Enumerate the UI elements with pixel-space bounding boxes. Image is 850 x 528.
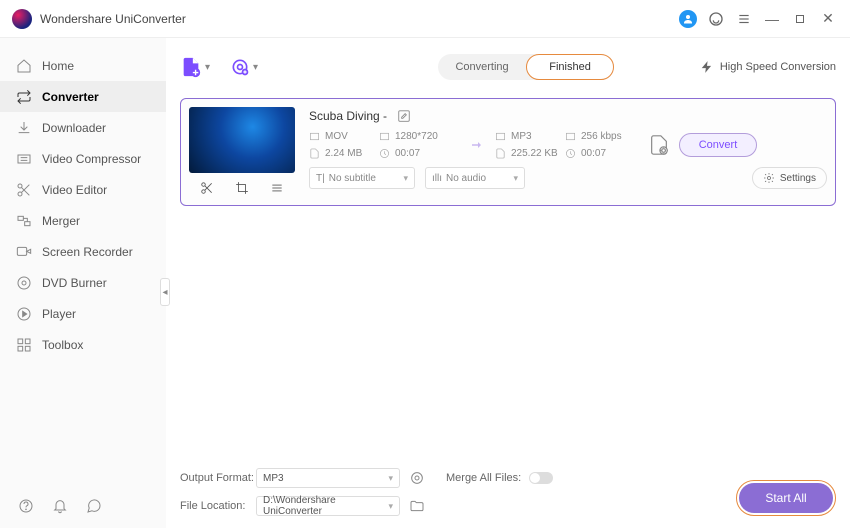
- src-duration: 00:07: [395, 148, 420, 159]
- sidebar: Home Converter Downloader Video Compress…: [0, 38, 166, 528]
- app-title: Wondershare UniConverter: [40, 12, 670, 26]
- sidebar-item-toolbox[interactable]: Toolbox: [0, 329, 166, 360]
- sidebar-item-recorder[interactable]: Screen Recorder: [0, 236, 166, 267]
- output-settings-icon[interactable]: [647, 133, 671, 157]
- titlebar: Wondershare UniConverter — ✕: [0, 0, 850, 38]
- scissors-icon: [16, 182, 32, 198]
- subtitle-value: No subtitle: [329, 173, 376, 184]
- support-icon[interactable]: [706, 9, 726, 29]
- edit-icon[interactable]: [397, 109, 411, 123]
- chevron-down-icon: ▾: [205, 62, 210, 73]
- src-size: 2.24 MB: [325, 148, 362, 159]
- merge-toggle[interactable]: [529, 472, 553, 484]
- tab-switch: Converting Finished: [438, 54, 614, 80]
- sidebar-item-label: Home: [42, 59, 74, 73]
- arrow-icon: [461, 136, 495, 154]
- subtitle-dropdown[interactable]: T|No subtitle▾: [309, 167, 415, 189]
- output-format-dropdown[interactable]: MP3▾: [256, 468, 400, 488]
- sidebar-item-label: Converter: [42, 90, 99, 104]
- tab-finished[interactable]: Finished: [526, 54, 614, 80]
- bolt-icon: [700, 60, 714, 74]
- sidebar-item-label: Merger: [42, 214, 80, 228]
- sidebar-item-label: Downloader: [42, 121, 106, 135]
- bell-icon[interactable]: [52, 498, 68, 514]
- chevron-down-icon: ▾: [253, 62, 258, 73]
- dst-duration: 00:07: [581, 148, 606, 159]
- settings-button[interactable]: Settings: [752, 167, 827, 189]
- file-location-label: File Location:: [180, 500, 256, 512]
- dst-bitrate: 256 kbps: [581, 131, 622, 142]
- converter-icon: [16, 89, 32, 105]
- app-logo: [12, 9, 32, 29]
- high-speed-label: High Speed Conversion: [720, 61, 836, 73]
- gear-icon: [763, 172, 775, 184]
- output-format-label: Output Format:: [180, 472, 256, 484]
- merge-icon: [16, 213, 32, 229]
- preview-icon[interactable]: [408, 469, 426, 487]
- file-location-dropdown[interactable]: D:\Wondershare UniConverter▾: [256, 496, 400, 516]
- help-icon[interactable]: [18, 498, 34, 514]
- add-file-button[interactable]: ▾: [180, 56, 210, 78]
- sidebar-item-editor[interactable]: Video Editor: [0, 174, 166, 205]
- video-thumbnail[interactable]: [189, 107, 295, 173]
- disc-icon: [16, 275, 32, 291]
- sidebar-item-label: DVD Burner: [42, 276, 107, 290]
- sidebar-item-player[interactable]: Player: [0, 298, 166, 329]
- dst-format: MP3: [511, 131, 532, 142]
- menu-icon[interactable]: [734, 9, 754, 29]
- settings-label: Settings: [780, 173, 816, 184]
- sidebar-item-label: Video Editor: [42, 183, 107, 197]
- close-button[interactable]: ✕: [818, 9, 838, 29]
- compress-icon: [16, 151, 32, 167]
- sidebar-item-label: Video Compressor: [42, 152, 141, 166]
- high-speed-toggle[interactable]: High Speed Conversion: [700, 60, 836, 74]
- download-icon: [16, 120, 32, 136]
- maximize-button[interactable]: [790, 9, 810, 29]
- file-name: Scuba Diving -: [309, 109, 387, 123]
- home-icon: [16, 58, 32, 74]
- target-icon: [230, 57, 250, 77]
- src-format: MOV: [325, 131, 348, 142]
- audio-value: No audio: [446, 173, 486, 184]
- play-icon: [16, 306, 32, 322]
- open-folder-icon[interactable]: [408, 497, 426, 515]
- sidebar-item-dvd[interactable]: DVD Burner: [0, 267, 166, 298]
- more-icon[interactable]: [267, 179, 287, 197]
- tab-converting[interactable]: Converting: [438, 54, 526, 80]
- sidebar-item-merger[interactable]: Merger: [0, 205, 166, 236]
- sidebar-item-home[interactable]: Home: [0, 50, 166, 81]
- sidebar-item-converter[interactable]: Converter: [0, 81, 166, 112]
- file-location-value: D:\Wondershare UniConverter: [263, 495, 388, 517]
- sidebar-item-label: Toolbox: [42, 338, 83, 352]
- sidebar-item-label: Player: [42, 307, 76, 321]
- account-icon[interactable]: [678, 9, 698, 29]
- add-file-icon: [180, 56, 202, 78]
- merge-label: Merge All Files:: [446, 472, 521, 484]
- feedback-icon[interactable]: [86, 498, 102, 514]
- convert-button[interactable]: Convert: [679, 133, 757, 157]
- audio-dropdown[interactable]: ıllıNo audio▾: [425, 167, 525, 189]
- sidebar-item-compressor[interactable]: Video Compressor: [0, 143, 166, 174]
- add-target-button[interactable]: ▾: [230, 57, 258, 77]
- start-all-button[interactable]: Start All: [739, 483, 833, 513]
- src-resolution: 1280*720: [395, 131, 438, 142]
- sidebar-item-downloader[interactable]: Downloader: [0, 112, 166, 143]
- recorder-icon: [16, 244, 32, 260]
- dst-size: 225.22 KB: [511, 148, 558, 159]
- file-card: Scuba Diving - MOV 2.24 MB 1280*720 00:0…: [180, 98, 836, 206]
- crop-icon[interactable]: [232, 179, 252, 197]
- sidebar-item-label: Screen Recorder: [42, 245, 133, 259]
- minimize-button[interactable]: —: [762, 9, 782, 29]
- trim-icon[interactable]: [197, 179, 217, 197]
- output-format-value: MP3: [263, 473, 284, 484]
- grid-icon: [16, 337, 32, 353]
